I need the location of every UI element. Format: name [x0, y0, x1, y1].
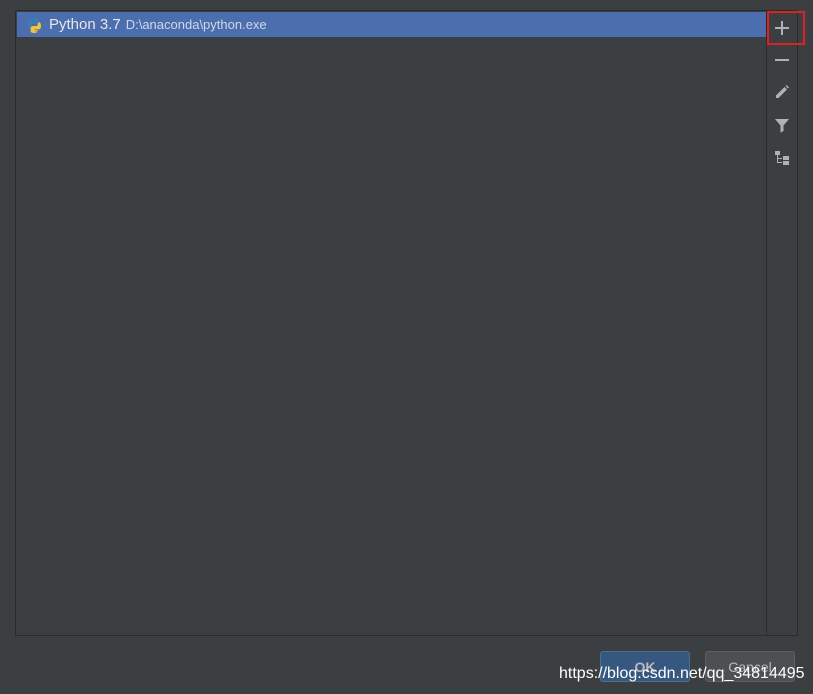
watermark-text: https://blog.csdn.net/qq_34814495: [559, 665, 805, 682]
pencil-icon: [776, 85, 789, 98]
interpreter-path: D:\anaconda\python.exe: [125, 17, 267, 32]
remove-interpreter-button[interactable]: [769, 47, 795, 73]
list-item-selected[interactable]: Python 3.7 D:\anaconda\python.exe: [17, 12, 766, 37]
filter-icon: [775, 119, 789, 133]
python-icon: [25, 16, 43, 34]
minus-icon: [775, 59, 789, 61]
show-paths-button[interactable]: [769, 145, 795, 171]
tree-paths-icon: [775, 151, 789, 165]
add-interpreter-button[interactable]: [769, 15, 795, 41]
plus-icon: [775, 21, 789, 35]
interpreter-list-panel: Python 3.7 D:\anaconda\python.exe: [15, 10, 798, 636]
edit-interpreter-button[interactable]: [769, 79, 795, 105]
interpreter-name: Python 3.7: [49, 16, 121, 33]
filter-button[interactable]: [769, 112, 795, 138]
interpreter-list[interactable]: Python 3.7 D:\anaconda\python.exe: [16, 11, 766, 635]
list-toolbar: [766, 11, 797, 635]
